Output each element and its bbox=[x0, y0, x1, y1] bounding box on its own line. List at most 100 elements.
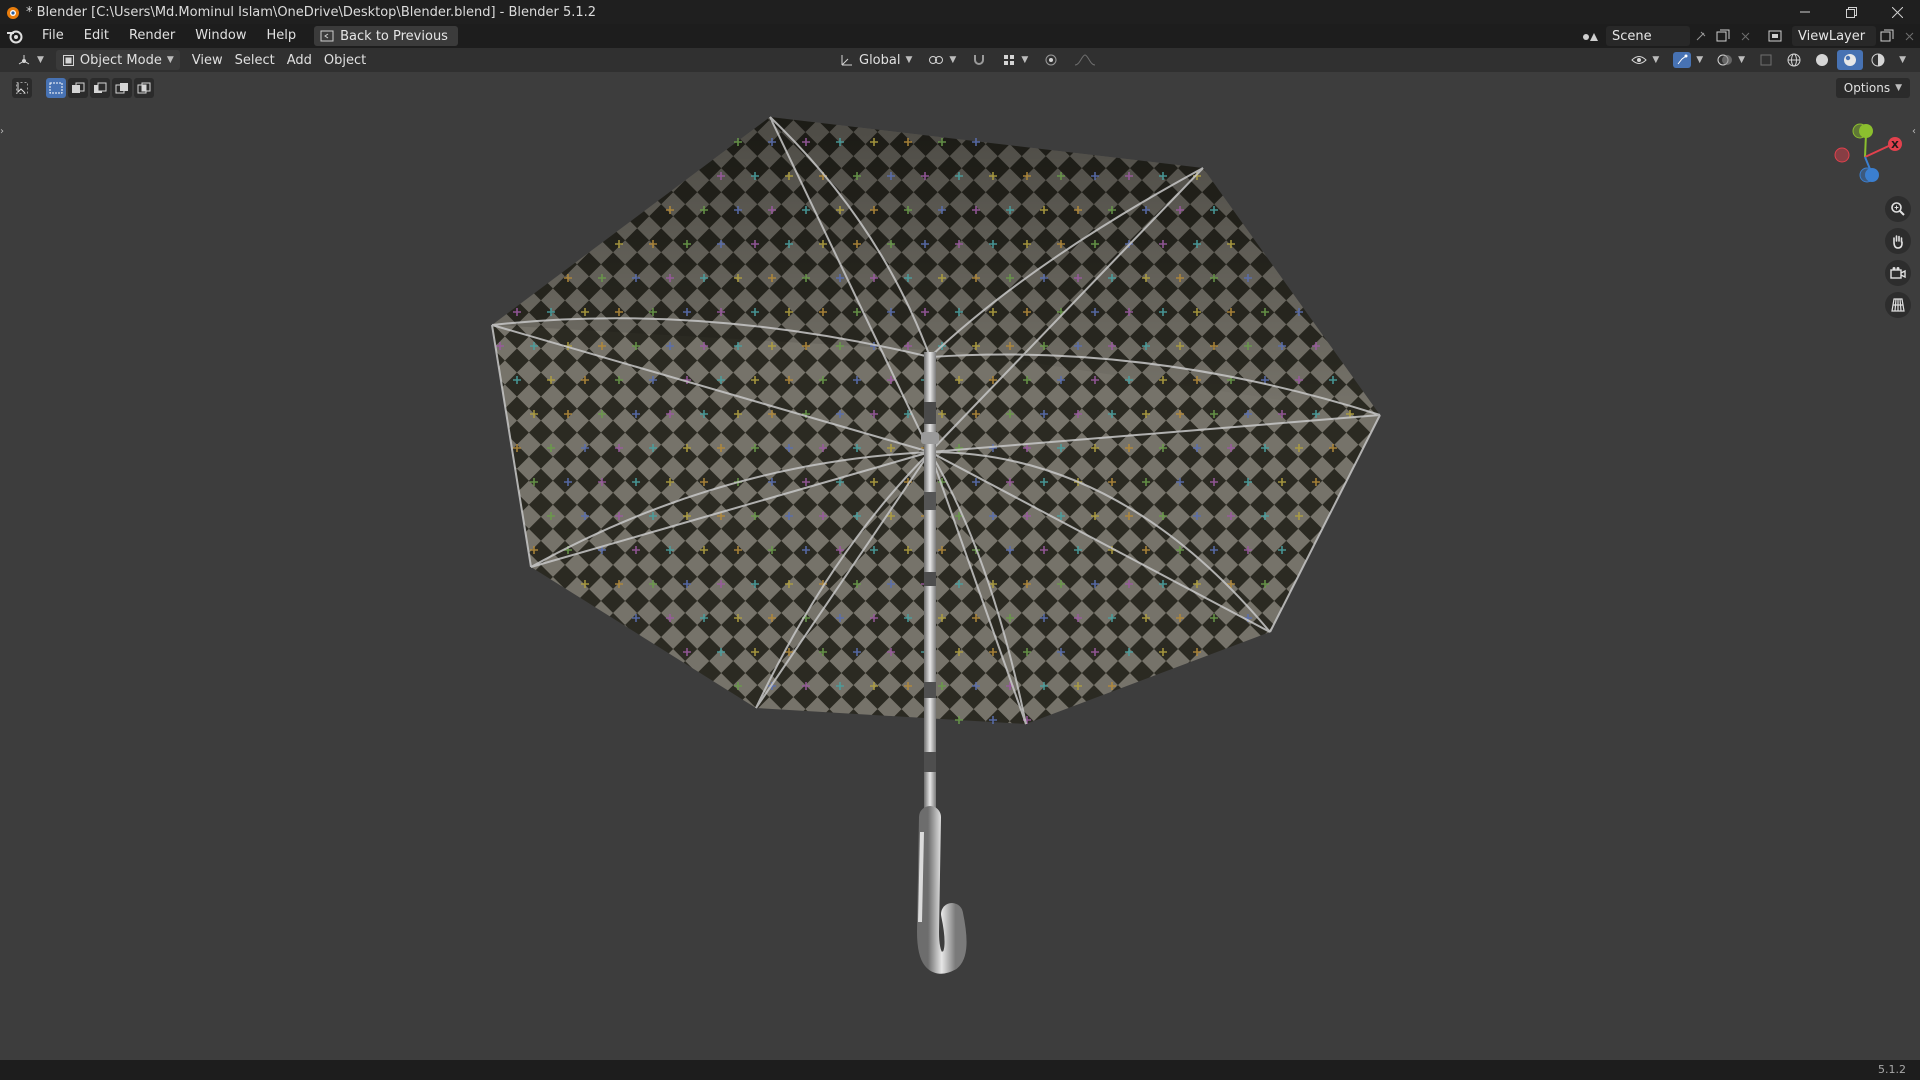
transform-pivot-dropdown[interactable]: ▼ bbox=[922, 50, 962, 70]
close-icon bbox=[1891, 6, 1903, 18]
snap-target-dropdown[interactable]: ▼ bbox=[996, 50, 1034, 70]
umbrella-model[interactable] bbox=[0, 72, 1920, 1060]
gizmo-z-handle[interactable] bbox=[1865, 168, 1879, 182]
back-screen-icon bbox=[320, 30, 334, 42]
chevron-down-icon: ▼ bbox=[1652, 55, 1660, 65]
viewport-header: ▼ Object Mode ▼ View Select Add Object G… bbox=[0, 48, 1920, 72]
blender-app-icon bbox=[7, 7, 19, 19]
shading-wireframe-button[interactable] bbox=[1781, 50, 1807, 70]
perspective-toggle-button[interactable] bbox=[1885, 292, 1911, 318]
zoom-button[interactable] bbox=[1885, 196, 1911, 222]
navigation-gizmo[interactable]: X bbox=[1820, 112, 1910, 202]
3d-viewport[interactable]: Options ▼ › ‹ X bbox=[0, 72, 1920, 1060]
material-sphere-icon bbox=[1844, 54, 1857, 66]
xray-toggle[interactable] bbox=[1753, 50, 1779, 70]
new-scene-icon bbox=[1716, 29, 1730, 42]
view-layer-selector-button[interactable] bbox=[1762, 26, 1792, 46]
shading-rendered-button[interactable] bbox=[1865, 50, 1891, 70]
falloff-curve-icon bbox=[1075, 54, 1096, 66]
menu-view[interactable]: View bbox=[186, 50, 229, 70]
pivot-link-icon bbox=[929, 56, 944, 64]
select-new-icon bbox=[49, 82, 63, 94]
solid-sphere-icon bbox=[1816, 54, 1829, 66]
eye-icon bbox=[1631, 56, 1648, 64]
new-scene-button[interactable] bbox=[1712, 26, 1734, 46]
pan-button[interactable] bbox=[1885, 228, 1911, 254]
menu-render[interactable]: Render bbox=[119, 25, 185, 47]
object-mode-dropdown[interactable]: Object Mode ▼ bbox=[55, 50, 180, 70]
status-bar: 5.1.2 bbox=[0, 1060, 1920, 1080]
new-view-layer-button[interactable] bbox=[1876, 26, 1898, 46]
proportional-edit-icon bbox=[1045, 54, 1057, 66]
chevron-down-icon: ▼ bbox=[905, 55, 913, 65]
select-mode-intersect-button[interactable] bbox=[134, 78, 154, 98]
close-button[interactable] bbox=[1874, 0, 1920, 24]
menu-object[interactable]: Object bbox=[318, 50, 372, 70]
scene-selector-button[interactable] bbox=[1576, 26, 1606, 46]
gizmo-y-handle[interactable] bbox=[1859, 124, 1873, 138]
back-to-previous-label: Back to Previous bbox=[340, 28, 448, 44]
gizmo-x-label: X bbox=[1891, 140, 1899, 151]
menu-file[interactable]: File bbox=[32, 25, 74, 47]
chevron-down-icon: ▼ bbox=[949, 55, 957, 65]
proportional-editing-toggle[interactable] bbox=[1038, 50, 1064, 70]
select-tool-button[interactable] bbox=[12, 78, 32, 98]
editor-type-button[interactable]: ▼ bbox=[10, 50, 50, 70]
select-mode-new-button[interactable] bbox=[46, 78, 66, 98]
navigation-tools bbox=[1885, 196, 1911, 318]
wireframe-sphere-icon bbox=[1787, 53, 1801, 67]
menu-help[interactable]: Help bbox=[257, 25, 307, 47]
menu-add[interactable]: Add bbox=[281, 50, 318, 70]
shading-solid-button[interactable] bbox=[1809, 50, 1835, 70]
pin-icon bbox=[1696, 31, 1706, 41]
scene-name-field[interactable]: Scene bbox=[1606, 26, 1690, 46]
toolbar-expand-arrow[interactable]: › bbox=[0, 126, 8, 140]
window-title: * Blender [C:\Users\Md.Mominul Islam\One… bbox=[26, 4, 597, 20]
scene-name: Scene bbox=[1612, 28, 1652, 44]
shading-material-preview-button[interactable] bbox=[1837, 50, 1864, 70]
chevron-down-icon: ▼ bbox=[1899, 55, 1906, 65]
transform-orientation-dropdown[interactable]: Global ▼ bbox=[834, 50, 918, 70]
close-small-icon bbox=[1741, 32, 1749, 40]
chevron-down-icon: ▼ bbox=[1696, 55, 1704, 65]
options-dropdown[interactable]: Options ▼ bbox=[1835, 78, 1910, 98]
restore-button[interactable] bbox=[1828, 0, 1874, 24]
select-mode-extend-button[interactable] bbox=[68, 78, 88, 98]
gizmo-neg-x-handle[interactable] bbox=[1834, 147, 1850, 163]
menu-edit[interactable]: Edit bbox=[74, 25, 119, 47]
select-subtract-icon bbox=[94, 82, 107, 93]
transform-orientation-label: Global bbox=[859, 52, 901, 68]
object-visibility-dropdown[interactable]: ▼ bbox=[1625, 50, 1665, 70]
select-mode-invert-button[interactable] bbox=[112, 78, 132, 98]
new-view-layer-icon bbox=[1880, 29, 1894, 42]
pin-scene-button[interactable] bbox=[1690, 26, 1712, 46]
gizmo-toggle[interactable]: ▼ bbox=[1667, 50, 1709, 70]
shading-options-dropdown[interactable]: ▼ bbox=[1893, 50, 1912, 70]
restore-icon bbox=[1845, 6, 1857, 18]
snap-toggle[interactable] bbox=[966, 50, 992, 70]
minimize-icon bbox=[1800, 11, 1810, 13]
chevron-down-icon: ▼ bbox=[37, 55, 44, 65]
delete-scene-button[interactable] bbox=[1734, 26, 1756, 46]
camera-view-button[interactable] bbox=[1885, 260, 1911, 286]
back-to-previous-button[interactable]: Back to Previous bbox=[314, 26, 458, 46]
version-label: 5.1.2 bbox=[1878, 1063, 1906, 1076]
minimize-button[interactable] bbox=[1782, 0, 1828, 24]
select-mode-subtract-button[interactable] bbox=[90, 78, 110, 98]
chevron-down-icon: ▼ bbox=[1021, 55, 1029, 65]
view-layer-name-field[interactable]: ViewLayer bbox=[1792, 26, 1876, 46]
zoom-icon bbox=[1891, 202, 1905, 216]
menu-window[interactable]: Window bbox=[185, 25, 256, 47]
xray-icon bbox=[1760, 54, 1772, 66]
options-label: Options bbox=[1843, 81, 1891, 95]
rendered-sphere-icon bbox=[1871, 53, 1885, 67]
title-bar: * Blender [C:\Users\Md.Mominul Islam\One… bbox=[0, 0, 1920, 24]
proportional-falloff-dropdown[interactable] bbox=[1068, 50, 1102, 70]
blender-menu-button[interactable] bbox=[4, 26, 26, 46]
object-mode-label: Object Mode bbox=[79, 52, 162, 68]
menu-select[interactable]: Select bbox=[229, 50, 281, 70]
selection-mode-toolbar bbox=[12, 78, 154, 98]
overlays-toggle[interactable]: ▼ bbox=[1711, 50, 1751, 70]
sidebar-expand-arrow[interactable]: ‹ bbox=[1912, 126, 1920, 140]
delete-view-layer-button[interactable] bbox=[1898, 26, 1920, 46]
